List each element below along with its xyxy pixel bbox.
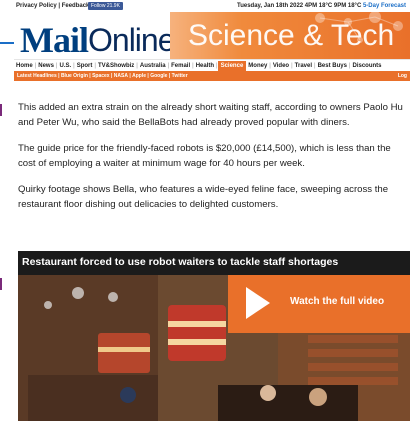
date-weather: Tuesday, Jan 18th 2022 4PM 18°C 9PM 18°C… [237, 3, 406, 9]
nav-item-video[interactable]: Video [271, 63, 291, 69]
nav-item-best-buys[interactable]: Best Buys [316, 63, 349, 69]
logo-online[interactable]: Online [88, 24, 175, 56]
nav-item-news[interactable]: News [36, 63, 56, 69]
left-gutter [0, 82, 2, 382]
subnav-item-nasa[interactable]: NASA [114, 73, 128, 79]
subnav-item-latest[interactable]: Latest Headlines [17, 73, 57, 79]
subnav-item-spacex[interactable]: Spacex [92, 73, 110, 79]
subnav-item-google[interactable]: Google [150, 73, 167, 79]
nav-item-discounts[interactable]: Discounts [350, 63, 383, 69]
nav-item-science[interactable]: Science [217, 60, 247, 71]
main-nav: Home | News | U.S. | Sport | TV&Showbiz | Aus… [14, 59, 410, 71]
subnav-item-apple[interactable]: Apple [132, 73, 146, 79]
nav-item-money[interactable]: Money [246, 63, 269, 69]
logo-accent [0, 42, 14, 44]
facebook-follow-button[interactable]: Follow 21.9K [88, 2, 123, 10]
top-utility-bar: Privacy Policy | Feedback Follow 21.9K T… [0, 0, 410, 12]
article-body: This added an extra strain on the alread… [18, 100, 410, 223]
forecast-link[interactable]: 5-Day Forecast [363, 3, 406, 9]
article-paragraph: Quirky footage shows Bella, who features… [18, 184, 389, 210]
nav-item-tvshowbiz[interactable]: TV&Showbiz [96, 63, 136, 69]
watch-full-video-label: Watch the full video [290, 296, 385, 307]
video-player[interactable]: Restaurant forced to use robot waiters t… [18, 251, 410, 421]
article-paragraph: This added an extra strain on the alread… [18, 102, 403, 128]
subnav-item-twitter[interactable]: Twitter [172, 73, 188, 79]
play-icon[interactable] [246, 287, 270, 319]
gutter-marker [0, 104, 2, 116]
login-link[interactable]: Log [398, 73, 407, 79]
utility-links[interactable]: Privacy Policy | Feedback [16, 3, 89, 9]
date-weather-text: Tuesday, Jan 18th 2022 4PM 18°C 9PM 18°C [236, 3, 362, 9]
channel-banner: Science & Tech [170, 12, 410, 59]
masthead: Mail Online Science & Tech [0, 12, 410, 59]
nav-item-australia[interactable]: Australia [138, 63, 168, 69]
nav-item-home[interactable]: Home [14, 63, 35, 69]
nav-item-health[interactable]: Health [194, 63, 216, 69]
channel-title: Science & Tech [188, 19, 395, 52]
nav-item-us[interactable]: U.S. [57, 63, 73, 69]
article-paragraph: The guide price for the friendly-faced r… [18, 143, 391, 169]
video-title: Restaurant forced to use robot waiters t… [22, 256, 339, 268]
watch-full-video-button[interactable]: Watch the full video [228, 275, 410, 333]
gutter-marker [0, 278, 2, 290]
sub-nav: Latest Headlines | Blue Origin | Spacex … [14, 71, 410, 81]
nav-item-femail[interactable]: Femail [169, 63, 192, 69]
nav-item-sport[interactable]: Sport [75, 63, 95, 69]
nav-item-travel[interactable]: Travel [293, 63, 314, 69]
subnav-item-blue-origin[interactable]: Blue Origin [61, 73, 88, 79]
logo-mail[interactable]: Mail [20, 22, 89, 58]
